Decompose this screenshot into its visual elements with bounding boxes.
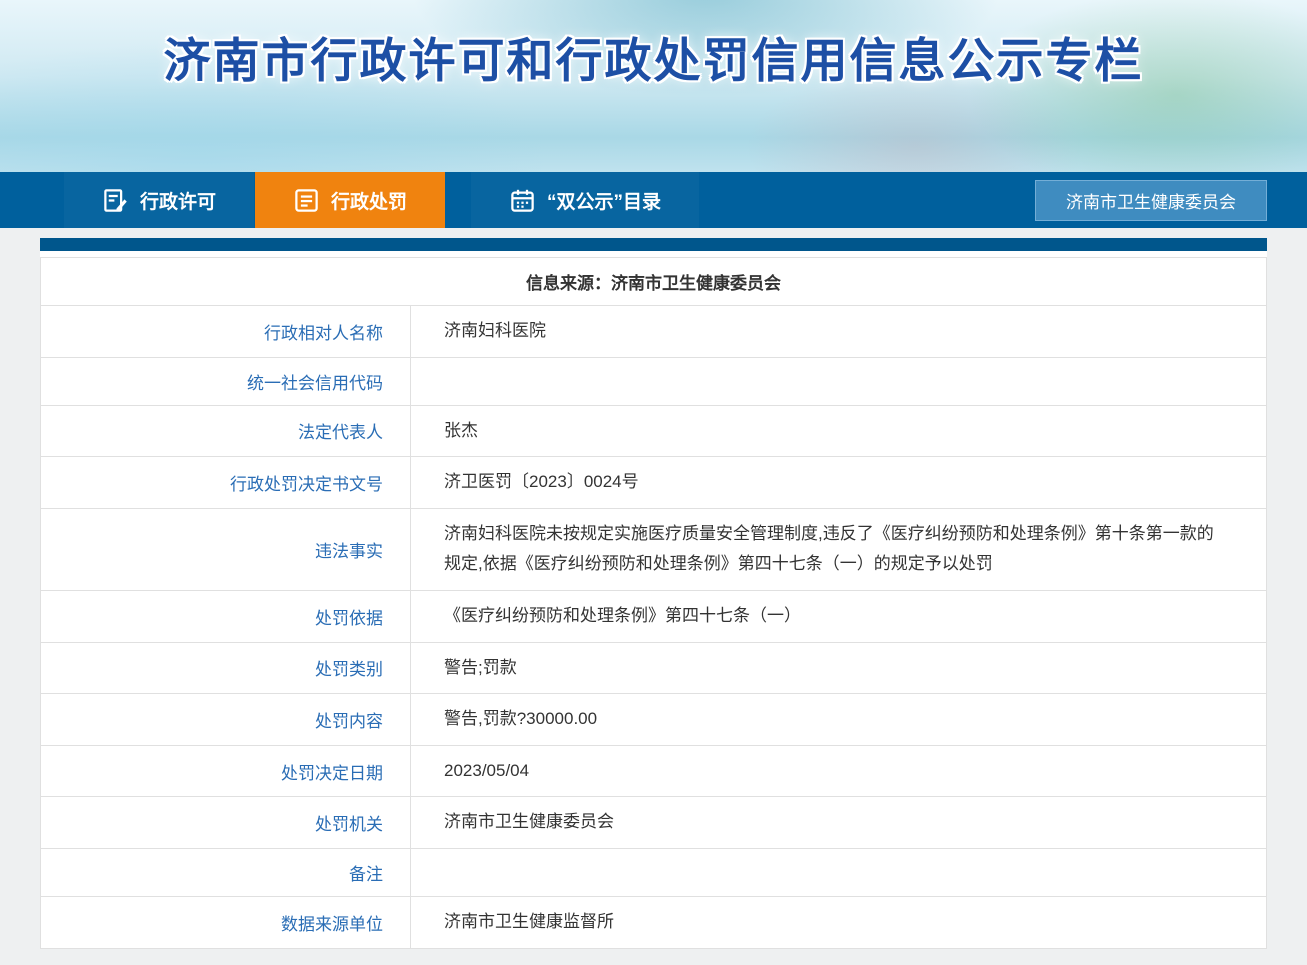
tab-dual-disclosure-catalog[interactable]: “双公示”目录 [471, 172, 699, 228]
navbar: 行政许可 行政处罚 [0, 172, 1307, 228]
banner: 济南市行政许可和行政处罚信用信息公示专栏 [0, 0, 1307, 172]
source-header-row: 信息来源：济南市卫生健康委员会 [41, 258, 1267, 306]
license-document-icon [102, 187, 129, 214]
row-label: 处罚依据 [41, 590, 411, 642]
row-value: 2023/05/04 [411, 745, 1267, 797]
table-row: 处罚类别 警告;罚款 [41, 642, 1267, 694]
divider-bar [40, 238, 1267, 251]
row-value: 济南市卫生健康监督所 [411, 896, 1267, 948]
row-label: 备注 [41, 848, 411, 896]
row-value [411, 357, 1267, 405]
nav-tabs: 行政许可 行政处罚 [64, 172, 699, 228]
agency-button[interactable]: 济南市卫生健康委员会 [1035, 180, 1267, 221]
content-area: 信息来源：济南市卫生健康委员会 行政相对人名称 济南妇科医院 统一社会信用代码 … [40, 238, 1267, 949]
row-value: 警告,罚款?30000.00 [411, 694, 1267, 746]
detail-table-wrap: 信息来源：济南市卫生健康委员会 行政相对人名称 济南妇科医院 统一社会信用代码 … [40, 251, 1267, 949]
page: 济南市行政许可和行政处罚信用信息公示专栏 行政许可 [0, 0, 1307, 965]
info-source: 信息来源：济南市卫生健康委员会 [41, 258, 1267, 306]
tab-label: 行政处罚 [331, 187, 407, 214]
table-row: 违法事实 济南妇科医院未按规定实施医疗质量安全管理制度,违反了《医疗纠纷预防和处… [41, 508, 1267, 590]
row-label: 法定代表人 [41, 405, 411, 457]
row-value [411, 848, 1267, 896]
page-title: 济南市行政许可和行政处罚信用信息公示专栏 [0, 0, 1307, 91]
penalty-list-icon [293, 187, 320, 214]
row-label: 处罚类别 [41, 642, 411, 694]
row-value: 济南妇科医院未按规定实施医疗质量安全管理制度,违反了《医疗纠纷预防和处理条例》第… [411, 508, 1267, 590]
penalty-detail-table: 信息来源：济南市卫生健康委员会 行政相对人名称 济南妇科医院 统一社会信用代码 … [40, 257, 1267, 949]
row-value: 济卫医罚〔2023〕0024号 [411, 457, 1267, 509]
row-label: 行政处罚决定书文号 [41, 457, 411, 509]
row-label: 违法事实 [41, 508, 411, 590]
row-label: 处罚决定日期 [41, 745, 411, 797]
table-row: 处罚决定日期 2023/05/04 [41, 745, 1267, 797]
table-row: 处罚依据 《医疗纠纷预防和处理条例》第四十七条（一） [41, 590, 1267, 642]
table-row: 行政相对人名称 济南妇科医院 [41, 306, 1267, 358]
tab-label: “双公示”目录 [547, 187, 661, 214]
table-row: 处罚内容 警告,罚款?30000.00 [41, 694, 1267, 746]
table-row: 统一社会信用代码 [41, 357, 1267, 405]
table-row: 行政处罚决定书文号 济卫医罚〔2023〕0024号 [41, 457, 1267, 509]
tab-administrative-penalty[interactable]: 行政处罚 [255, 172, 445, 228]
row-label: 处罚机关 [41, 797, 411, 849]
row-label: 行政相对人名称 [41, 306, 411, 358]
row-value: 张杰 [411, 405, 1267, 457]
tab-administrative-license[interactable]: 行政许可 [64, 172, 254, 228]
table-row: 法定代表人 张杰 [41, 405, 1267, 457]
table-row: 处罚机关 济南市卫生健康委员会 [41, 797, 1267, 849]
row-value: 警告;罚款 [411, 642, 1267, 694]
row-label: 数据来源单位 [41, 896, 411, 948]
row-value: 济南妇科医院 [411, 306, 1267, 358]
tab-label: 行政许可 [140, 187, 216, 214]
calendar-catalog-icon [509, 187, 536, 214]
row-value: 济南市卫生健康委员会 [411, 797, 1267, 849]
row-label: 处罚内容 [41, 694, 411, 746]
row-label: 统一社会信用代码 [41, 357, 411, 405]
table-row: 备注 [41, 848, 1267, 896]
table-row: 数据来源单位 济南市卫生健康监督所 [41, 896, 1267, 948]
row-value: 《医疗纠纷预防和处理条例》第四十七条（一） [411, 590, 1267, 642]
